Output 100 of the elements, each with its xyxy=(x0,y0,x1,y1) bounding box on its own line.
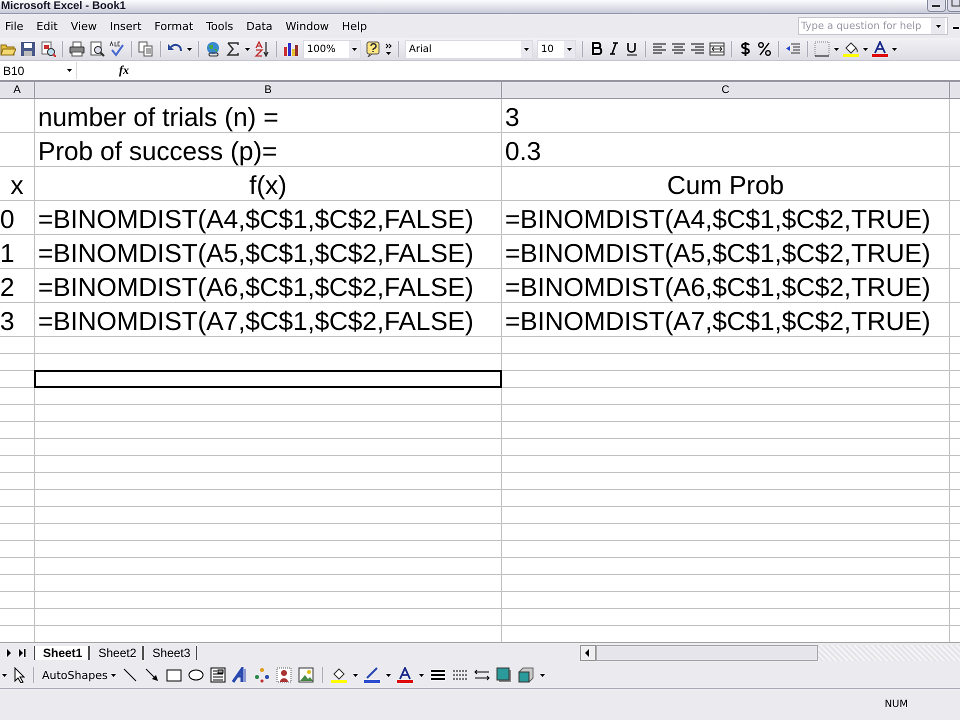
percent-icon[interactable] xyxy=(757,41,772,57)
table-cell[interactable]: =BINOMDIST(A5,$C$1,$C$2,TRUE) xyxy=(502,235,950,269)
caret-icon[interactable] xyxy=(892,48,897,50)
caret-icon[interactable] xyxy=(66,69,72,72)
menu-item[interactable]: Help xyxy=(338,18,373,34)
arrow-style-icon[interactable] xyxy=(474,667,490,683)
table-cell[interactable]: 2 xyxy=(0,269,35,303)
insert-function-button[interactable]: fx xyxy=(119,63,129,78)
merge-center-icon[interactable] xyxy=(709,41,725,57)
caret-icon[interactable] xyxy=(834,48,839,50)
line-color-icon[interactable] xyxy=(364,667,380,683)
menu-item[interactable]: Insert xyxy=(106,18,148,34)
print-preview-icon[interactable] xyxy=(89,41,105,57)
table-cell[interactable]: =BINOMDIST(A4,$C$1,$C$2,TRUE) xyxy=(502,201,950,235)
font-size-dropdown[interactable]: 10 xyxy=(537,40,576,58)
save-icon[interactable] xyxy=(20,41,36,57)
shadow-style-icon[interactable] xyxy=(496,667,512,683)
caret-icon[interactable] xyxy=(2,674,7,676)
bold-icon[interactable] xyxy=(589,41,603,57)
caret-icon[interactable] xyxy=(863,48,868,50)
rectangle-icon[interactable] xyxy=(166,667,182,683)
caret-icon[interactable] xyxy=(567,48,572,50)
caret-icon[interactable] xyxy=(110,674,116,676)
sum-icon[interactable] xyxy=(225,41,241,57)
clip-art-icon[interactable] xyxy=(276,667,292,683)
autoshapes-menu[interactable]: AutoShapes xyxy=(42,668,116,682)
column-header[interactable]: C xyxy=(502,82,950,99)
table-cell[interactable]: 0.3 xyxy=(502,133,950,167)
text-box-icon[interactable] xyxy=(210,667,226,683)
print-icon[interactable] xyxy=(69,41,85,57)
table-cell[interactable]: x xyxy=(0,167,35,201)
font-dropdown[interactable]: Arial xyxy=(405,40,533,58)
table-cell[interactable]: =BINOMDIST(A5,$C$1,$C$2,FALSE) xyxy=(35,235,502,269)
oval-icon[interactable] xyxy=(188,667,204,683)
caret-icon[interactable] xyxy=(352,674,358,676)
column-header[interactable]: B xyxy=(35,82,502,99)
font-color-icon[interactable] xyxy=(872,41,888,57)
menu-item[interactable]: Data xyxy=(243,18,279,34)
caret-icon[interactable] xyxy=(540,674,545,676)
sheet-tab[interactable]: Sheet1 xyxy=(34,646,90,660)
table-cell[interactable] xyxy=(34,370,502,388)
column-header[interactable]: A xyxy=(0,82,35,99)
zoom-dropdown[interactable]: 100% xyxy=(303,40,361,58)
table-cell[interactable]: =BINOMDIST(A4,$C$1,$C$2,FALSE) xyxy=(35,201,502,235)
table-cell[interactable]: =BINOMDIST(A6,$C$1,$C$2,FALSE) xyxy=(35,269,502,303)
name-box[interactable]: B10 xyxy=(0,62,77,79)
italic-icon[interactable] xyxy=(607,41,621,57)
3d-style-icon[interactable] xyxy=(518,667,534,683)
table-cell[interactable]: =BINOMDIST(A7,$C$1,$C$2,FALSE) xyxy=(35,303,502,337)
arrow-icon[interactable] xyxy=(144,667,160,683)
bar-chart-icon[interactable] xyxy=(283,41,299,57)
borders-icon[interactable] xyxy=(814,41,830,57)
picture-icon[interactable] xyxy=(298,667,314,683)
caret-icon[interactable] xyxy=(418,674,424,676)
table-cell[interactable]: =BINOMDIST(A6,$C$1,$C$2,TRUE) xyxy=(502,269,950,303)
dollar-icon[interactable] xyxy=(738,41,753,57)
table-cell[interactable]: 3 xyxy=(0,303,35,337)
table-cell[interactable]: f(x) xyxy=(35,167,502,201)
wordart-icon[interactable] xyxy=(232,667,248,683)
fill-color-icon[interactable] xyxy=(843,41,859,57)
menu-item[interactable]: Tools xyxy=(203,18,240,34)
scroll-left-icon[interactable] xyxy=(580,644,596,660)
caret-icon[interactable] xyxy=(386,674,391,676)
table-cell[interactable]: 1 xyxy=(0,235,35,269)
underline-icon[interactable] xyxy=(625,41,639,57)
spelling-check-icon[interactable] xyxy=(109,41,125,57)
table-cell[interactable]: 3 xyxy=(502,99,950,133)
caret-icon[interactable] xyxy=(245,48,250,50)
minimize-icon[interactable] xyxy=(927,0,946,12)
table-cell[interactable]: Cum Prob xyxy=(502,167,950,201)
caret-icon[interactable] xyxy=(187,48,192,50)
caret-icon[interactable] xyxy=(936,24,940,28)
line-style-icon[interactable] xyxy=(430,667,446,683)
fill-color-icon[interactable] xyxy=(330,667,347,683)
copy-icon[interactable] xyxy=(138,41,154,57)
menu-item[interactable]: Edit xyxy=(33,18,64,34)
menu-item[interactable]: View xyxy=(68,18,103,34)
diagram-icon[interactable] xyxy=(254,667,270,683)
sort-ascending-icon[interactable] xyxy=(254,41,270,57)
table-cell[interactable]: 0 xyxy=(0,201,35,235)
caret-icon[interactable] xyxy=(524,48,529,50)
menu-item[interactable]: Format xyxy=(151,18,200,34)
table-cell[interactable]: =BINOMDIST(A7,$C$1,$C$2,TRUE) xyxy=(502,303,950,337)
horizontal-scrollbar[interactable] xyxy=(580,644,960,660)
caret-icon[interactable] xyxy=(352,48,357,50)
table-cell[interactable]: number of trials (n) = xyxy=(35,99,502,133)
next-sheet-icon[interactable] xyxy=(6,648,12,658)
help-icon[interactable] xyxy=(365,41,381,57)
menu-item[interactable]: File xyxy=(2,18,30,34)
table-cell[interactable]: Prob of success (p)= xyxy=(35,133,502,167)
menu-item[interactable]: Window xyxy=(282,18,335,34)
line-icon[interactable] xyxy=(122,667,138,683)
font-color-icon[interactable] xyxy=(396,667,413,683)
help-search-field[interactable]: Type a question for help xyxy=(798,17,948,35)
last-sheet-icon[interactable] xyxy=(18,648,26,658)
toolbar-options-icon[interactable] xyxy=(385,43,392,55)
sheet-tab[interactable]: Sheet2 xyxy=(89,646,144,660)
sheet-tab[interactable]: Sheet3 xyxy=(143,646,198,660)
pointer-icon[interactable] xyxy=(13,667,25,683)
globe-link-icon[interactable] xyxy=(205,41,221,57)
